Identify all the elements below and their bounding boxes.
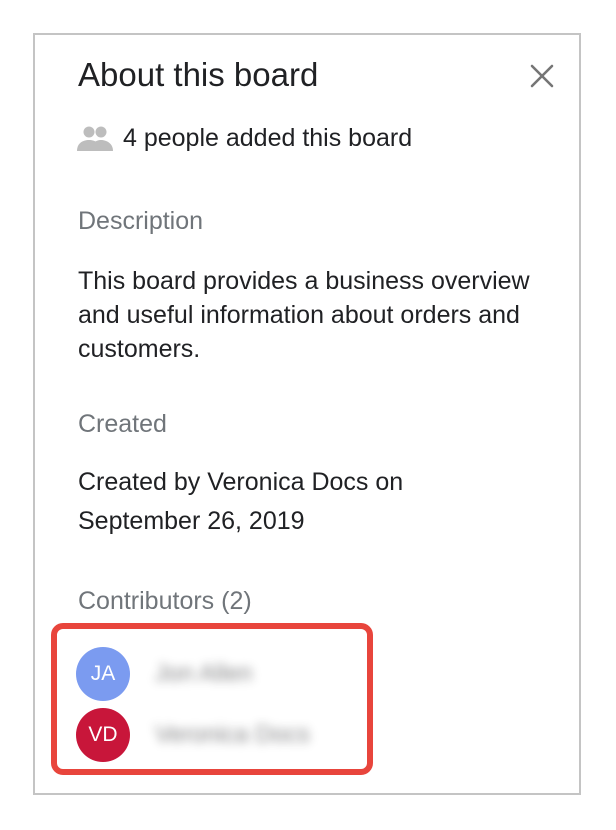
people-added-row: 4 people added this board xyxy=(76,121,412,155)
description-label: Description xyxy=(78,207,204,235)
contributor-item[interactable]: VD Veronica Docs xyxy=(76,708,310,762)
panel-title: About this board xyxy=(78,56,319,93)
people-icon xyxy=(76,124,114,152)
close-icon xyxy=(530,64,554,88)
about-board-panel: About this board 4 people added this boa… xyxy=(33,33,581,795)
description-text: This board provides a business overview … xyxy=(78,267,530,363)
contributor-item[interactable]: JA Jon Allen xyxy=(76,647,252,701)
people-added-text: 4 people added this board xyxy=(123,123,413,152)
avatar: JA xyxy=(76,647,130,701)
created-label: Created xyxy=(78,410,167,438)
avatar: VD xyxy=(76,708,130,762)
close-button[interactable] xyxy=(525,59,559,93)
created-text: Created by Veronica Docs on September 26… xyxy=(78,468,404,535)
contributor-name: Veronica Docs xyxy=(155,721,310,748)
contributors-label: Contributors (2) xyxy=(78,587,252,615)
contributor-name: Jon Allen xyxy=(155,660,253,687)
